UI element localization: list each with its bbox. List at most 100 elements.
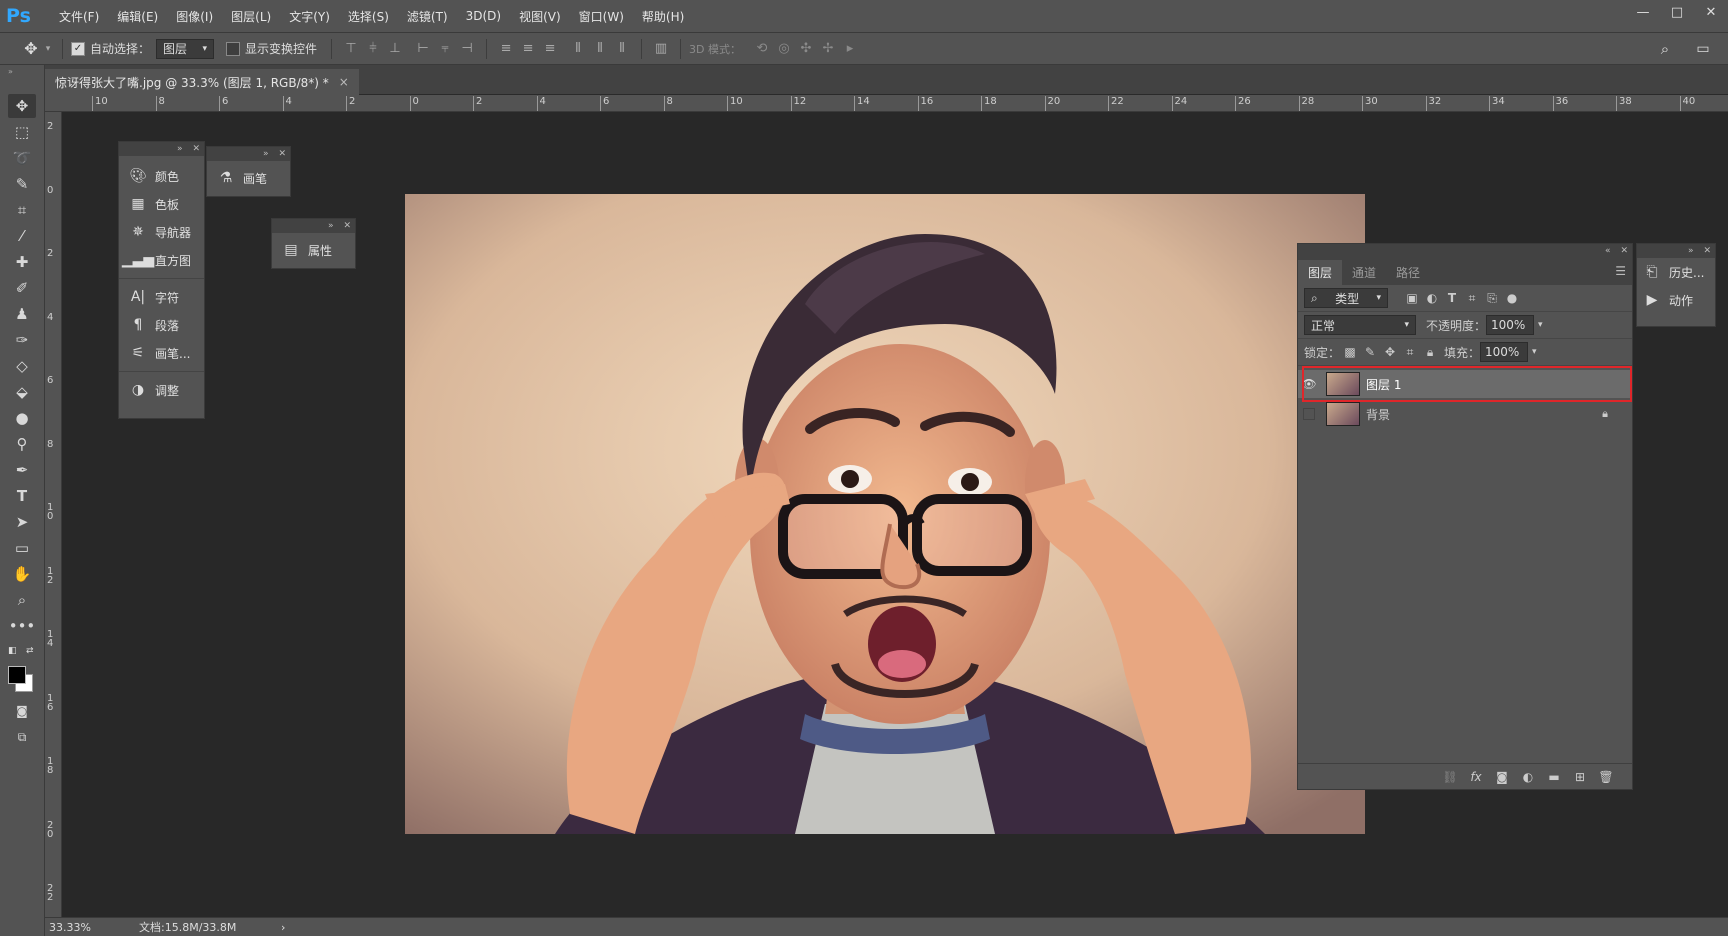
panel-header[interactable]: « ✕	[1298, 244, 1632, 258]
status-menu-arrow-icon[interactable]: ›	[281, 921, 285, 934]
link-layers-icon[interactable]: ⛓	[1440, 768, 1460, 786]
dodge-tool-icon[interactable]: ⚲	[8, 432, 36, 456]
new-layer-icon[interactable]: ⊞	[1570, 768, 1590, 786]
filter-shape-icon[interactable]: ⌗	[1462, 289, 1482, 307]
panel-menu-icon[interactable]: ☰	[1615, 264, 1626, 278]
show-transform-option[interactable]: 显示变换控件	[226, 40, 317, 57]
menu-layer[interactable]: 图层(L)	[222, 0, 280, 33]
layer-filter-dropdown[interactable]: ⌕ 类型 ▾	[1304, 288, 1388, 308]
workspace-icon[interactable]: ▭	[1692, 38, 1714, 60]
3d-roll-icon[interactable]: ◎	[773, 38, 795, 60]
clone-stamp-tool-icon[interactable]: ♟	[8, 302, 36, 326]
chevron-down-icon[interactable]: ▾	[1532, 347, 1537, 357]
swap-colors-icon[interactable]: ⇄	[26, 646, 34, 656]
pen-tool-icon[interactable]: ✒	[8, 458, 36, 482]
document-image[interactable]	[405, 194, 1365, 834]
chevron-down-icon[interactable]: ▾	[42, 38, 54, 60]
panel-brush[interactable]: ⚗ 画笔	[207, 161, 290, 195]
zoom-level[interactable]: 33.33%	[45, 921, 119, 934]
delete-layer-icon[interactable]: 🗑︎	[1596, 768, 1616, 786]
auto-select-option[interactable]: ✓ 自动选择：	[71, 40, 150, 57]
lock-transparency-icon[interactable]: ▩	[1340, 343, 1360, 361]
panel-header[interactable]: » ✕	[119, 142, 204, 156]
crop-tool-icon[interactable]: ⌗	[8, 198, 36, 222]
lock-position-icon[interactable]: ✥	[1380, 343, 1400, 361]
minimize-button[interactable]: —	[1626, 0, 1660, 24]
panel-adjustments[interactable]: ◑ 调整	[119, 376, 204, 404]
layer-row-layer1[interactable]: 👁︎ 图层 1	[1298, 366, 1632, 402]
close-panel-icon[interactable]: ✕	[1703, 246, 1711, 256]
menu-edit[interactable]: 编辑(E)	[108, 0, 167, 33]
path-select-tool-icon[interactable]: ➤	[8, 510, 36, 534]
menu-3d[interactable]: 3D(D)	[457, 0, 510, 33]
tab-paths[interactable]: 路径	[1386, 260, 1430, 285]
move-tool-icon[interactable]: ✥	[8, 94, 36, 118]
panel-brush-settings[interactable]: ⚟ 画笔...	[119, 339, 204, 367]
distribute-top-icon[interactable]: ≡	[495, 38, 517, 60]
hand-tool-icon[interactable]: ✋	[8, 562, 36, 586]
visibility-toggle[interactable]	[1298, 408, 1320, 420]
3d-pan-icon[interactable]: ✣	[795, 38, 817, 60]
eye-icon[interactable]: 👁︎	[1298, 377, 1320, 391]
collapse-toolbar-icon[interactable]: »	[8, 67, 13, 76]
close-panel-icon[interactable]: ✕	[1620, 246, 1628, 256]
distribute-hcenter-icon[interactable]: ⦀	[589, 38, 611, 60]
marquee-tool-icon[interactable]: ⬚	[8, 120, 36, 144]
close-panel-icon[interactable]: ✕	[192, 144, 200, 154]
menu-file[interactable]: 文件(F)	[50, 0, 108, 33]
quick-mask-icon[interactable]: ◙	[8, 699, 36, 723]
menu-filter[interactable]: 滤镜(T)	[398, 0, 457, 33]
lock-image-icon[interactable]: ✎	[1360, 343, 1380, 361]
screen-mode-icon[interactable]: ⧉	[8, 725, 36, 749]
panel-paragraph[interactable]: ¶ 段落	[119, 311, 204, 339]
default-colors-icon[interactable]: ◧	[8, 646, 17, 656]
close-tab-icon[interactable]: ×	[339, 75, 349, 89]
expand-panel-icon[interactable]: »	[177, 144, 183, 154]
close-panel-icon[interactable]: ✕	[343, 221, 351, 231]
vertical-ruler[interactable]: 2 0 2 4 6 8 10 12 14 16 18 20 22	[45, 112, 62, 917]
menu-view[interactable]: 视图(V)	[510, 0, 570, 33]
horizontal-ruler[interactable]: 10 8 6 4 2 0 2 4 6 8 10 12 14 16 18 20 22 24 26 28 30 32 34 36 3…	[45, 95, 1728, 112]
expand-panel-icon[interactable]: »	[1688, 246, 1694, 256]
close-window-button[interactable]: ✕	[1694, 0, 1728, 24]
panel-header[interactable]: » ✕	[1637, 244, 1715, 258]
more-tools-icon[interactable]: •••	[8, 614, 36, 638]
auto-select-checkbox[interactable]: ✓	[71, 41, 85, 56]
close-panel-icon[interactable]: ✕	[278, 149, 286, 159]
fill-input[interactable]: 100%	[1480, 342, 1529, 362]
panel-header[interactable]: » ✕	[272, 219, 355, 233]
panel-navigator[interactable]: ✵ 导航器	[119, 218, 204, 246]
new-group-icon[interactable]: ▬	[1544, 768, 1564, 786]
rectangle-tool-icon[interactable]: ▭	[8, 536, 36, 560]
align-top-icon[interactable]: ⊤	[340, 38, 362, 60]
layer-style-icon[interactable]: fx	[1466, 768, 1486, 786]
expand-panel-icon[interactable]: »	[328, 221, 334, 231]
quick-select-tool-icon[interactable]: ✎	[8, 172, 36, 196]
align-bottom-icon[interactable]: ⊥	[384, 38, 406, 60]
maximize-button[interactable]: □	[1660, 0, 1694, 24]
filter-adjustment-icon[interactable]: ◐	[1422, 289, 1442, 307]
history-brush-tool-icon[interactable]: ✑	[8, 328, 36, 352]
align-left-icon[interactable]: ⊢	[412, 38, 434, 60]
eyedropper-tool-icon[interactable]: ⁄	[8, 224, 36, 248]
panel-color[interactable]: 🎨︎ 颜色	[119, 162, 204, 190]
auto-select-target-dropdown[interactable]: 图层 ▾	[156, 38, 215, 59]
move-tool-preset-icon[interactable]: ✥	[20, 38, 42, 60]
opacity-input[interactable]: 100%	[1486, 315, 1535, 335]
3d-camera-icon[interactable]: ▸	[839, 38, 861, 60]
paint-bucket-tool-icon[interactable]: ⬙	[8, 380, 36, 404]
type-tool-icon[interactable]: T	[8, 484, 36, 508]
panel-actions[interactable]: ▶ 动作	[1637, 286, 1715, 314]
search-icon[interactable]: ⌕	[1654, 38, 1676, 60]
panel-character[interactable]: A| 字符	[119, 283, 204, 311]
lock-all-icon[interactable]: 🔒︎	[1420, 343, 1440, 361]
show-transform-checkbox[interactable]	[226, 41, 241, 56]
align-hcenter-icon[interactable]: ⫧	[434, 38, 456, 60]
menu-select[interactable]: 选择(S)	[339, 0, 398, 33]
adjustment-layer-icon[interactable]: ◐	[1518, 768, 1538, 786]
healing-brush-tool-icon[interactable]: ✚	[8, 250, 36, 274]
filter-toggle-icon[interactable]: ●	[1502, 289, 1522, 307]
lock-artboard-icon[interactable]: ⌗	[1400, 343, 1420, 361]
panel-histogram[interactable]: ▁▃▅ 直方图	[119, 246, 204, 274]
menu-type[interactable]: 文字(Y)	[280, 0, 339, 33]
